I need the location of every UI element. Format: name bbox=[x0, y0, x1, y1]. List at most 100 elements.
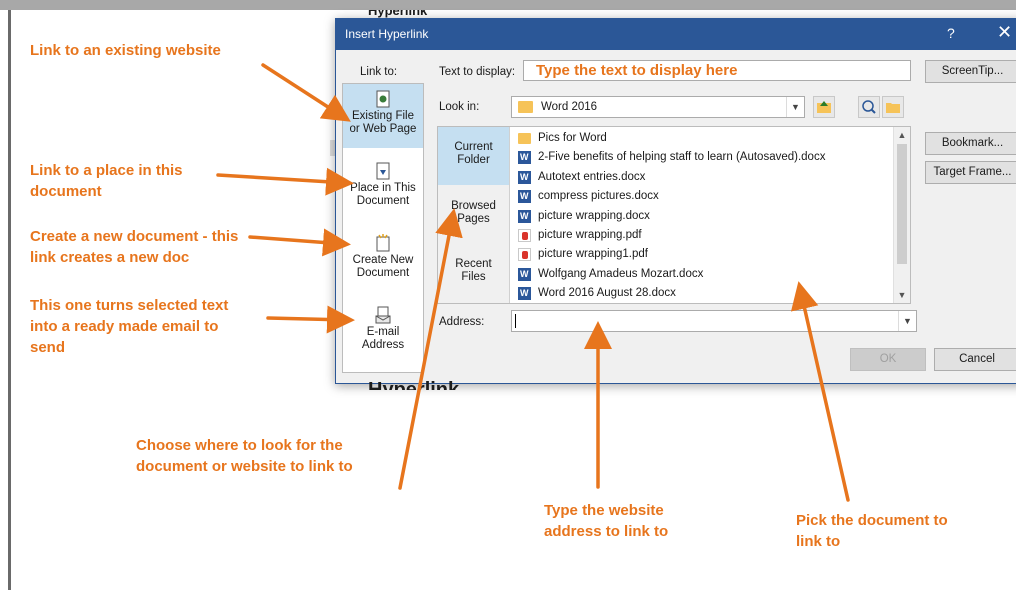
background-doc-bottom-fragment: Hyperlink bbox=[368, 379, 460, 390]
file-list-item[interactable]: Wolfgang Amadeus Mozart.docx bbox=[514, 265, 874, 284]
ok-button[interactable]: OK bbox=[850, 348, 926, 371]
up-one-folder-button[interactable] bbox=[813, 96, 835, 118]
dialog-titlebar[interactable]: Insert Hyperlink ? ✕ bbox=[336, 19, 1016, 50]
folder-icon bbox=[518, 101, 533, 113]
annotation-line: This one turns selected text bbox=[30, 297, 229, 314]
nav-email-address[interactable]: E-mail Address bbox=[343, 300, 423, 364]
file-name: picture wrapping.docx bbox=[538, 209, 650, 222]
text-caret bbox=[515, 314, 516, 328]
file-list-item[interactable]: Pics for Word bbox=[514, 129, 874, 148]
tab-current-folder[interactable]: Current Folder bbox=[438, 127, 509, 185]
file-list: Pics for Word 2-Five benefits of helping … bbox=[514, 129, 894, 301]
tab-recent-label-2: Files bbox=[461, 271, 486, 283]
screentip-button[interactable]: ScreenTip... bbox=[925, 60, 1016, 83]
file-list-item[interactable]: Autotext entries.docx bbox=[514, 168, 874, 187]
pdf-icon bbox=[518, 248, 531, 262]
nav-place-in-document[interactable]: Place in This Document bbox=[343, 156, 423, 220]
annotation-line: Create a new document - this bbox=[30, 228, 239, 245]
annotation-line: Choose where to look for the bbox=[136, 437, 343, 454]
folder-icon bbox=[518, 133, 531, 144]
help-button[interactable]: ? bbox=[947, 25, 955, 41]
nav-place-label-2: Document bbox=[356, 195, 410, 207]
annotation-look-in: Choose where to look for the document or… bbox=[136, 435, 416, 477]
pdf-icon bbox=[518, 229, 531, 242]
address-input[interactable]: ▼ bbox=[511, 310, 917, 332]
annotation-line: send bbox=[30, 339, 66, 356]
file-list-item[interactable]: picture wrapping.pdf bbox=[514, 226, 874, 245]
new-document-icon bbox=[376, 234, 390, 252]
file-list-item[interactable]: picture wrapping.docx bbox=[514, 207, 874, 226]
file-list-item[interactable]: Word 2016 August 28.docx bbox=[514, 284, 874, 301]
scroll-up-icon[interactable]: ▲ bbox=[894, 127, 910, 143]
page-top-bar bbox=[0, 0, 1016, 10]
file-list-scrollbar[interactable]: ▲ ▼ bbox=[893, 127, 910, 303]
text-to-display-input[interactable]: Type the text to display here bbox=[523, 60, 911, 81]
file-name: picture wrapping1.pdf bbox=[538, 248, 648, 261]
word-document-icon bbox=[518, 267, 531, 281]
annotation-line: link to bbox=[796, 533, 841, 550]
arrow-existing bbox=[261, 63, 351, 122]
annotation-create-new-document: Create a new document - this link create… bbox=[30, 226, 290, 268]
nav-existing-label-1: Existing File bbox=[352, 110, 414, 122]
annotation-address: Type the website address to link to bbox=[544, 500, 724, 542]
file-list-item[interactable]: picture wrapping1.pdf bbox=[514, 245, 874, 264]
existing-file-icon bbox=[376, 90, 390, 108]
annotation-line: document bbox=[30, 183, 102, 200]
file-name: Wolfgang Amadeus Mozart.docx bbox=[538, 267, 704, 280]
place-in-document-icon bbox=[376, 162, 390, 180]
tab-browsed-pages[interactable]: Browsed Pages bbox=[438, 186, 509, 244]
tab-current-label-2: Folder bbox=[457, 154, 490, 166]
annotation-line: into a ready made email to bbox=[30, 318, 219, 335]
nav-place-label-1: Place in This bbox=[350, 182, 416, 194]
annotation-line: Link to an existing website bbox=[30, 42, 221, 59]
browse-web-icon bbox=[862, 100, 876, 114]
scroll-thumb[interactable] bbox=[897, 144, 907, 264]
nav-create-label-1: Create New bbox=[352, 254, 414, 266]
bookmark-button[interactable]: Bookmark... bbox=[925, 132, 1016, 155]
link-to-nav: Existing File or Web Page Place in This … bbox=[342, 83, 424, 373]
nav-existing-label-2: or Web Page bbox=[349, 123, 417, 135]
file-browser: Current Folder Browsed Pages Recent File… bbox=[437, 126, 911, 304]
nav-email-label-1: E-mail bbox=[366, 326, 400, 338]
scroll-down-icon[interactable]: ▼ bbox=[894, 287, 910, 303]
chevron-down-icon[interactable]: ▼ bbox=[898, 311, 916, 331]
nav-existing-file[interactable]: Existing File or Web Page bbox=[343, 84, 423, 148]
folder-up-icon bbox=[817, 101, 831, 113]
tab-browsed-label-2: Pages bbox=[457, 213, 490, 225]
file-name: compress pictures.docx bbox=[538, 190, 659, 203]
tab-browsed-label-1: Browsed bbox=[451, 200, 496, 212]
browse-web-button[interactable] bbox=[858, 96, 880, 118]
annotation-line: Pick the document to bbox=[796, 512, 948, 529]
file-list-item[interactable]: compress pictures.docx bbox=[514, 187, 874, 206]
nav-email-label-2: Address bbox=[361, 339, 405, 351]
file-list-item[interactable]: 2-Five benefits of helping staff to lear… bbox=[514, 148, 874, 167]
tab-current-label-1: Current bbox=[454, 141, 493, 153]
text-to-display-value: Type the text to display here bbox=[536, 62, 738, 79]
annotation-pick-document: Pick the document to link to bbox=[796, 510, 996, 552]
nav-create-new-document[interactable]: Create New Document bbox=[343, 228, 423, 292]
file-name: Word 2016 August 28.docx bbox=[538, 287, 676, 300]
annotation-email: This one turns selected text into a read… bbox=[30, 295, 280, 358]
target-frame-button[interactable]: Target Frame... bbox=[925, 161, 1016, 184]
annotation-line: Type the website bbox=[544, 502, 664, 519]
annotation-line: address to link to bbox=[544, 523, 669, 540]
file-name: picture wrapping.pdf bbox=[538, 229, 642, 241]
email-icon bbox=[375, 306, 391, 324]
nav-create-label-2: Document bbox=[356, 267, 410, 279]
browser-tabs: Current Folder Browsed Pages Recent File… bbox=[438, 127, 510, 303]
look-in-label: Look in: bbox=[439, 101, 480, 113]
browse-file-button[interactable] bbox=[882, 96, 904, 118]
word-document-icon bbox=[518, 190, 531, 204]
close-button[interactable]: ✕ bbox=[997, 22, 1012, 43]
open-folder-icon bbox=[886, 103, 900, 113]
chevron-down-icon[interactable]: ▼ bbox=[786, 97, 804, 117]
cancel-button[interactable]: Cancel bbox=[934, 348, 1016, 371]
look-in-select[interactable]: Word 2016 ▼ bbox=[511, 96, 805, 118]
word-document-icon bbox=[518, 170, 531, 184]
insert-hyperlink-dialog: Insert Hyperlink ? ✕ Link to: Text to di… bbox=[335, 18, 1016, 384]
background-doc-top-fragment: Hyperlink bbox=[368, 4, 428, 18]
word-document-icon bbox=[518, 287, 531, 301]
annotation-line: document or website to link to bbox=[136, 458, 353, 475]
annotation-line: Link to a place in this bbox=[30, 162, 183, 179]
tab-recent-files[interactable]: Recent Files bbox=[438, 244, 509, 302]
